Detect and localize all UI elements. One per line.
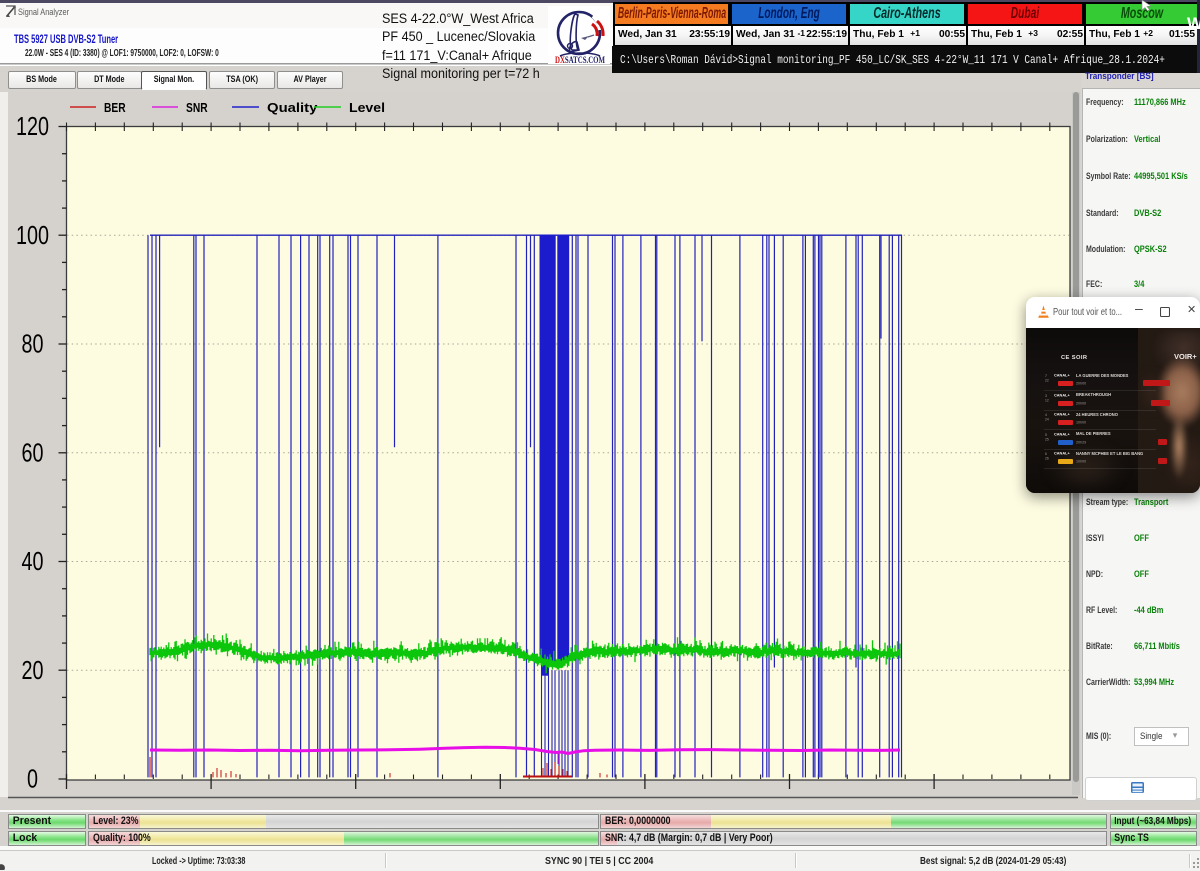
svg-text:Quality: Quality: [267, 101, 317, 115]
svg-text:60: 60: [22, 437, 44, 467]
svg-text:SNR: SNR: [186, 101, 208, 115]
svg-text:40: 40: [22, 546, 44, 576]
svg-text:Level: Level: [349, 101, 385, 115]
svg-text:20: 20: [22, 655, 44, 685]
svg-text:BER: BER: [104, 101, 126, 115]
svg-text:100: 100: [16, 220, 49, 250]
svg-text:80: 80: [22, 329, 44, 359]
svg-text:0: 0: [27, 764, 38, 794]
svg-text:120: 120: [16, 111, 49, 141]
